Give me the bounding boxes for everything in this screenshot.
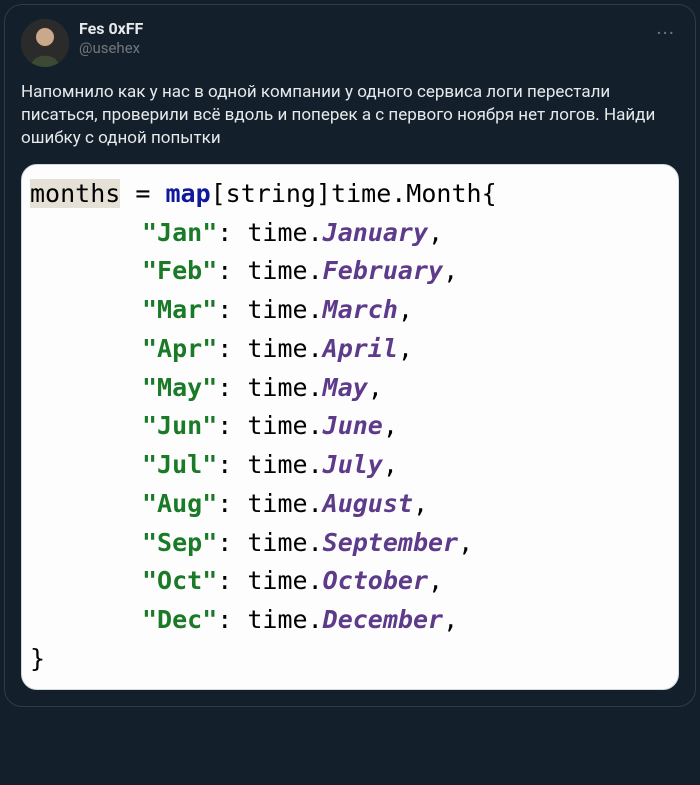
code-sep: : — [217, 295, 247, 324]
code-sep: : — [217, 528, 247, 557]
code-assign: = — [120, 179, 165, 208]
code-val-type: time.Month — [331, 179, 482, 208]
code-prop: January — [323, 218, 428, 247]
avatar[interactable] — [21, 19, 69, 67]
code-comma: , — [428, 566, 443, 595]
code-sep: : — [217, 566, 247, 595]
code-key: "Dec" — [142, 605, 217, 634]
code-sep: : — [217, 411, 247, 440]
code-obj: time. — [247, 605, 322, 634]
code-key: "Apr" — [142, 334, 217, 363]
code-obj: time. — [247, 566, 322, 595]
code-key-type: [string] — [211, 179, 331, 208]
code-prop: February — [323, 256, 443, 285]
user-handle: @usehex — [79, 39, 143, 58]
tweet-header: Fes 0xFF @usehex ··· — [21, 19, 679, 67]
code-key: "Jan" — [142, 218, 217, 247]
code-comma: , — [443, 256, 458, 285]
code-sep: : — [217, 256, 247, 285]
code-obj: time. — [247, 489, 322, 518]
code-sep: : — [217, 489, 247, 518]
more-button[interactable]: ··· — [652, 19, 679, 47]
code-obj: time. — [247, 373, 322, 402]
display-name: Fes 0xFF — [79, 19, 143, 39]
code-comma: , — [383, 411, 398, 440]
code-comma: , — [413, 489, 428, 518]
code-block: months = map[string]time.Month{ "Jan": t… — [30, 175, 670, 679]
code-comma: , — [443, 605, 458, 634]
code-obj: time. — [247, 334, 322, 363]
code-sep: : — [217, 373, 247, 402]
code-sep: : — [217, 605, 247, 634]
code-prop: May — [323, 373, 368, 402]
code-prop: July — [323, 450, 383, 479]
code-key: "Sep" — [142, 528, 217, 557]
code-map-kw: map — [165, 179, 210, 208]
code-obj: time. — [247, 528, 322, 557]
code-obj: time. — [247, 450, 322, 479]
code-sep: : — [217, 450, 247, 479]
code-prop: September — [323, 528, 458, 557]
code-prop: June — [323, 411, 383, 440]
code-prop: October — [323, 566, 428, 595]
code-obj: time. — [247, 295, 322, 324]
code-close: } — [30, 644, 45, 673]
code-key: "Aug" — [142, 489, 217, 518]
code-sep: : — [217, 218, 247, 247]
code-var: months — [30, 179, 120, 208]
code-comma: , — [398, 334, 413, 363]
code-key: "Jul" — [142, 450, 217, 479]
code-open: { — [482, 179, 497, 208]
code-sep: : — [217, 334, 247, 363]
code-key: "May" — [142, 373, 217, 402]
code-obj: time. — [247, 256, 322, 285]
code-prop: March — [323, 295, 398, 324]
code-key: "Jun" — [142, 411, 217, 440]
user-block[interactable]: Fes 0xFF @usehex — [79, 19, 143, 58]
tweet-card: Fes 0xFF @usehex ··· Напомнило как у нас… — [4, 4, 696, 707]
code-key: "Mar" — [142, 295, 217, 324]
code-comma: , — [458, 528, 473, 557]
code-key: "Feb" — [142, 256, 217, 285]
code-obj: time. — [247, 411, 322, 440]
code-prop: August — [323, 489, 413, 518]
code-comma: , — [398, 295, 413, 324]
code-comma: , — [383, 450, 398, 479]
code-image[interactable]: months = map[string]time.Month{ "Jan": t… — [21, 164, 679, 690]
tweet-text: Напомнило как у нас в одной компании у о… — [21, 81, 679, 150]
code-comma: , — [428, 218, 443, 247]
code-prop: April — [323, 334, 398, 363]
code-comma: , — [368, 373, 383, 402]
code-obj: time. — [247, 218, 322, 247]
code-prop: December — [323, 605, 443, 634]
code-key: "Oct" — [142, 566, 217, 595]
